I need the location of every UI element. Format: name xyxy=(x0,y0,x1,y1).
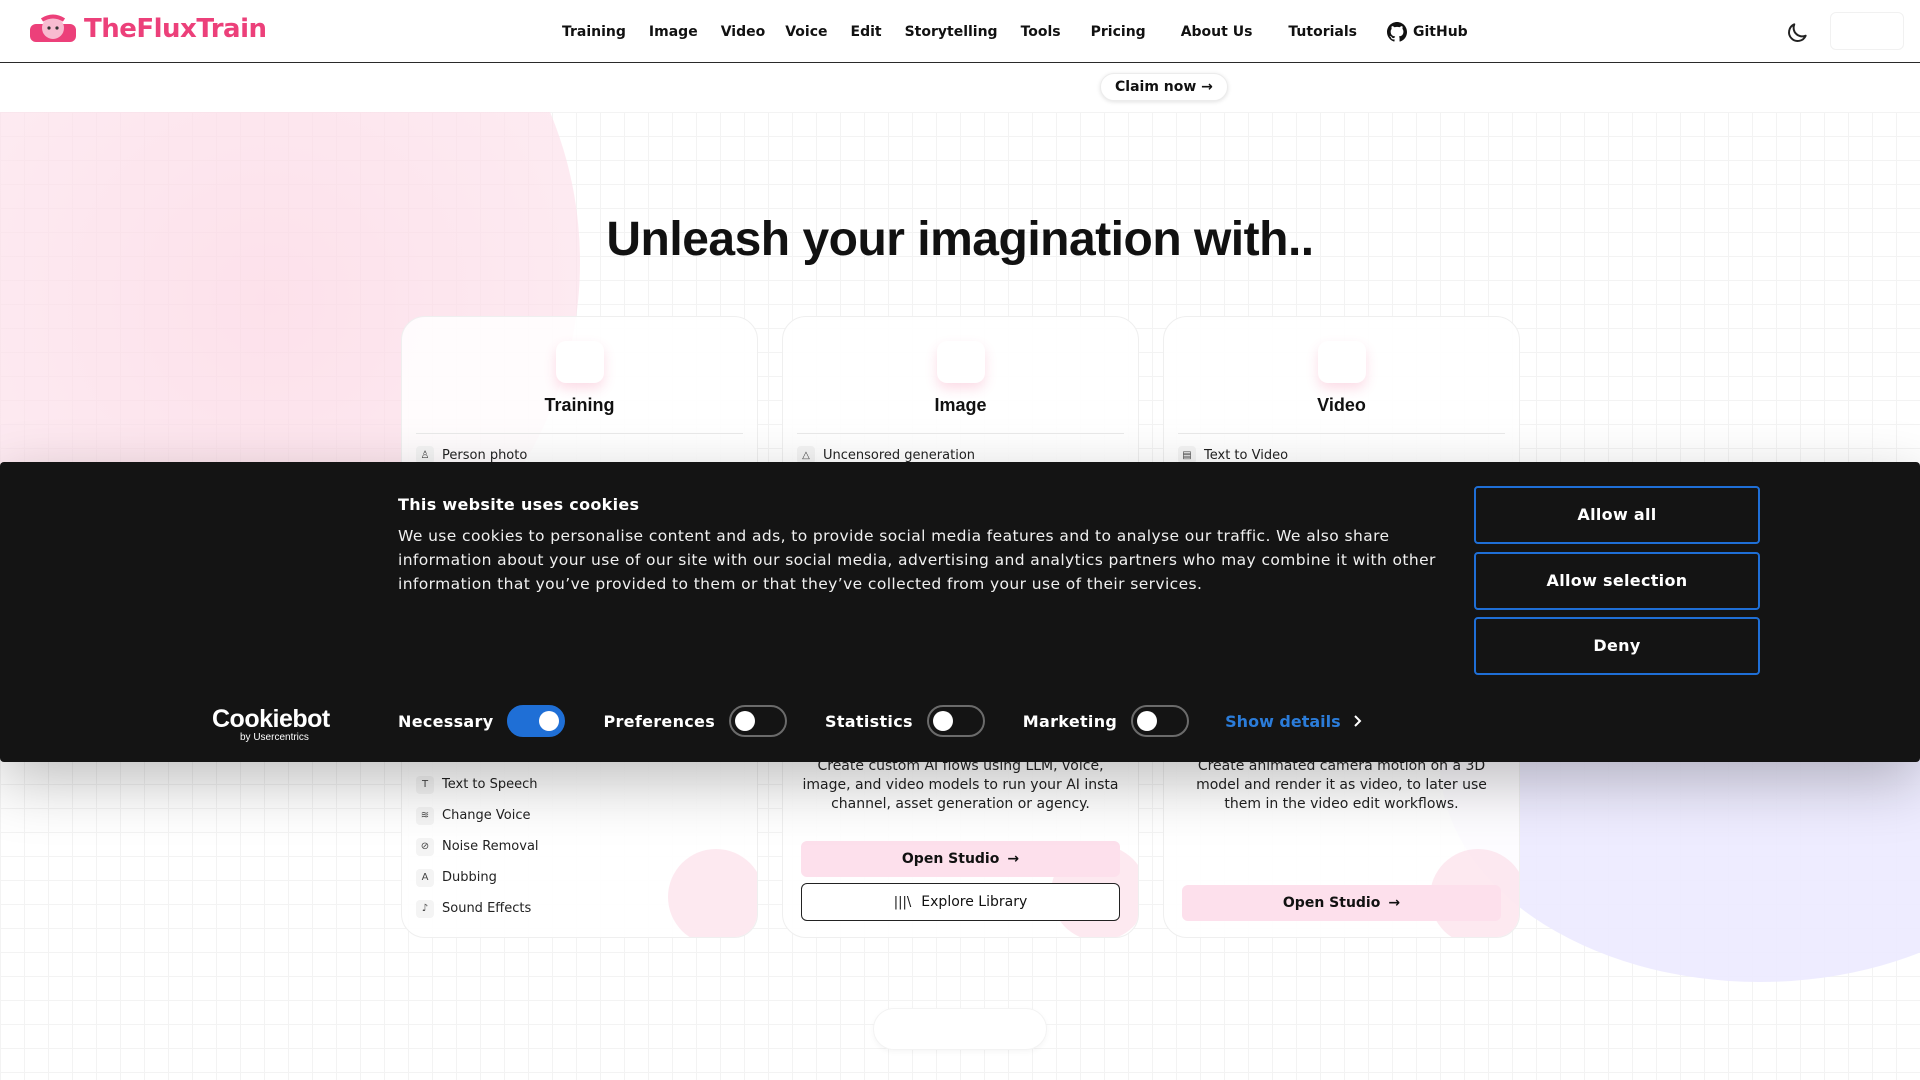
cookiebot-wordmark: Cookiebot xyxy=(212,705,330,733)
logo-mascot-icon xyxy=(30,14,76,42)
toggle-label-marketing: Marketing xyxy=(1022,711,1118,731)
list-item[interactable]: A Dubbing xyxy=(416,862,539,893)
nav-tools[interactable]: Tools xyxy=(1021,24,1061,40)
list-item-label: Change Voice xyxy=(442,808,531,823)
allow-all-button[interactable]: Allow all xyxy=(1474,486,1760,544)
account-button[interactable] xyxy=(1830,12,1904,50)
toggle-label-necessary: Necessary xyxy=(398,711,494,731)
toggle-knob xyxy=(539,711,560,731)
deny-button[interactable]: Deny xyxy=(1474,617,1760,675)
toggle-marketing[interactable] xyxy=(1131,705,1190,737)
nav-edit[interactable]: Edit xyxy=(851,24,882,40)
arrow-right-icon: → xyxy=(1007,851,1020,867)
translate-icon: A xyxy=(416,868,434,887)
decor-dot xyxy=(668,849,757,937)
button-label: Open Studio xyxy=(1282,895,1381,911)
show-details-label: Show details xyxy=(1225,711,1341,731)
consent-toggles: Necessary Preferences Statistics Marketi… xyxy=(398,705,1363,737)
moon-icon[interactable] xyxy=(1784,20,1810,46)
load-more-button[interactable] xyxy=(873,1008,1047,1050)
toggle-statistics[interactable] xyxy=(926,705,985,737)
list-item-label: Text to Video xyxy=(1204,447,1289,463)
mute-icon: ⊘ xyxy=(416,837,434,856)
open-studio-button[interactable]: Open Studio → xyxy=(801,841,1120,877)
cookie-title: This website uses cookies xyxy=(398,495,640,514)
toggle-knob xyxy=(735,711,756,731)
list-item[interactable]: ≋ Change Voice xyxy=(416,800,539,831)
list-item-label: Text to Speech xyxy=(442,777,538,792)
chevron-right-icon xyxy=(1353,715,1362,727)
nav-video[interactable]: Video xyxy=(721,24,766,40)
waveform-icon: ≋ xyxy=(416,806,434,825)
show-details-link[interactable]: Show details xyxy=(1225,712,1363,731)
list-item[interactable]: ⊘ Noise Removal xyxy=(416,831,539,862)
claim-now-button[interactable]: Claim now → xyxy=(1100,73,1228,101)
promo-bar: Claim now → xyxy=(0,64,1920,112)
nav-voice[interactable]: Voice xyxy=(785,24,827,40)
card-title: Video xyxy=(1317,395,1366,415)
nav-training[interactable]: Training xyxy=(562,24,626,40)
explore-library-button[interactable]: |||\ Explore Library xyxy=(801,883,1120,921)
voice-list: T Text to Speech ≋ Change Voice ⊘ Noise Rem… xyxy=(416,769,539,924)
allow-selection-button[interactable]: Allow selection xyxy=(1474,552,1760,610)
github-label: GitHub xyxy=(1413,24,1468,40)
cookiebot-logo: Cookiebot by Usercentrics xyxy=(212,706,330,744)
training-card-icon xyxy=(556,341,604,383)
cookiebot-subtitle: by Usercentrics xyxy=(240,732,309,743)
list-item-label: Uncensored generation xyxy=(823,447,976,463)
toggle-knob xyxy=(932,711,953,731)
nav-tutorials[interactable]: Tutorials xyxy=(1288,24,1357,40)
image-card-icon xyxy=(937,341,985,383)
studio-description: Create custom AI flows using LLM, voice,… xyxy=(802,758,1119,812)
divider xyxy=(1178,433,1505,434)
open-studio-button[interactable]: Open Studio → xyxy=(1182,885,1501,921)
divider xyxy=(797,433,1124,434)
cookie-text: We use cookies to personalise content an… xyxy=(398,527,1436,593)
nav-image[interactable]: Image xyxy=(649,24,698,40)
list-item-label: Dubbing xyxy=(442,870,497,885)
toggle-knob xyxy=(1137,711,1158,731)
arrow-right-icon: → xyxy=(1388,895,1401,911)
nav-github[interactable]: GitHub xyxy=(1387,22,1468,42)
list-item[interactable]: ♪ Sound Effects xyxy=(416,893,539,924)
list-item-label: Noise Removal xyxy=(442,839,539,854)
sound-icon: ♪ xyxy=(416,899,434,918)
toggle-necessary[interactable] xyxy=(507,705,566,737)
hero-title: Unleash your imagination with.. xyxy=(606,213,1314,266)
brand-logo[interactable]: TheFluxTrain xyxy=(28,14,267,44)
list-item-label: Person photo xyxy=(442,447,528,463)
library-icon: |||\ xyxy=(893,894,912,910)
main-nav: Training Image Video Voice Edit Storytel… xyxy=(562,22,1468,42)
divider xyxy=(416,433,743,434)
motion-description: Create animated camera motion on a 3D mo… xyxy=(1196,758,1487,812)
nav-storytelling[interactable]: Storytelling xyxy=(905,24,998,40)
list-item[interactable]: T Text to Speech xyxy=(416,769,539,800)
button-label: Explore Library xyxy=(921,894,1028,910)
toggle-label-statistics: Statistics xyxy=(825,711,913,731)
toggle-label-preferences: Preferences xyxy=(603,711,716,731)
text-icon: T xyxy=(416,775,434,794)
list-item-label: Sound Effects xyxy=(442,901,532,916)
brand-name: TheFluxTrain xyxy=(84,14,267,44)
site-header: TheFluxTrain Training Image Video Voice … xyxy=(0,0,1920,63)
button-label: Open Studio xyxy=(901,851,1000,867)
cookie-banner: This website uses cookies We use cookies… xyxy=(0,462,1920,762)
card-title: Image xyxy=(934,395,987,415)
github-icon xyxy=(1387,22,1407,42)
nav-about[interactable]: About Us xyxy=(1181,24,1253,40)
nav-pricing[interactable]: Pricing xyxy=(1091,24,1146,40)
card-title: Training xyxy=(544,395,615,415)
toggle-preferences[interactable] xyxy=(729,705,788,737)
video-card-icon xyxy=(1318,341,1366,383)
